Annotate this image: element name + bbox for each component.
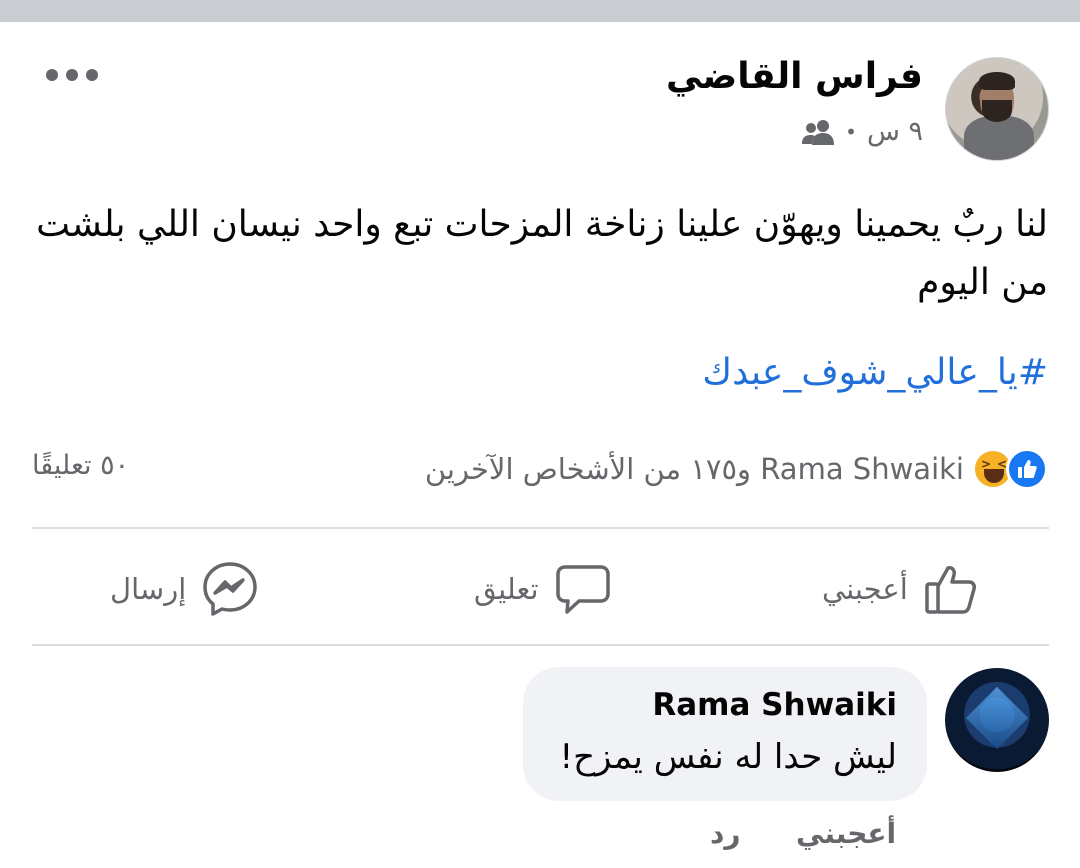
like-label: أعجبني — [822, 572, 908, 606]
divider — [32, 527, 1049, 529]
commenter-avatar[interactable] — [945, 668, 1049, 772]
thumbs-up-icon — [925, 566, 976, 614]
post-time[interactable]: ٩ س — [867, 116, 923, 147]
send-button[interactable]: إرسال — [110, 558, 258, 620]
more-dot-icon — [86, 69, 98, 81]
comment-icon — [555, 565, 610, 614]
comment-bubble: Rama Shwaiki ليش حدا له نفس يمزح! — [523, 667, 927, 801]
post-meta: ٩ س • — [801, 116, 923, 147]
more-dot-icon — [66, 69, 78, 81]
author-name[interactable]: فراس القاضي — [666, 56, 923, 97]
comment-label: تعليق — [474, 572, 539, 606]
reaction-icons: >< — [972, 448, 1048, 490]
commenter-name[interactable]: Rama Shwaiki — [652, 687, 897, 723]
top-strip — [0, 0, 1080, 22]
comment-reply-button[interactable]: رد — [710, 817, 741, 850]
comment-text: ليش حدا له نفس يمزح! — [559, 737, 897, 777]
like-icon — [1006, 448, 1048, 490]
separator-dot: • — [845, 119, 857, 144]
more-dot-icon — [46, 69, 58, 81]
post-text: لنا ربٌ يحمينا ويهوّن علينا زناخة المزحا… — [36, 204, 1048, 303]
send-label: إرسال — [110, 572, 187, 606]
reactions-text: Rama Shwaiki و١٧٥ من الأشخاص الآخرين — [424, 452, 964, 486]
comments-count[interactable]: ٥٠ تعليقًا — [32, 450, 129, 481]
divider — [32, 644, 1049, 646]
friends-icon[interactable] — [801, 118, 835, 146]
comment-button[interactable]: تعليق — [474, 558, 611, 620]
reactions-summary[interactable]: >< Rama Shwaiki و١٧٥ من الأشخاص الآخرين — [425, 448, 1048, 490]
messenger-icon — [203, 562, 258, 616]
author-avatar[interactable] — [945, 57, 1049, 161]
more-options-button[interactable] — [46, 58, 98, 92]
comment-like-button[interactable]: أعجبني — [796, 817, 896, 850]
like-button[interactable]: أعجبني — [822, 558, 978, 620]
hashtag-link[interactable]: #يا_عالي_شوف_عبدك — [702, 352, 1048, 393]
